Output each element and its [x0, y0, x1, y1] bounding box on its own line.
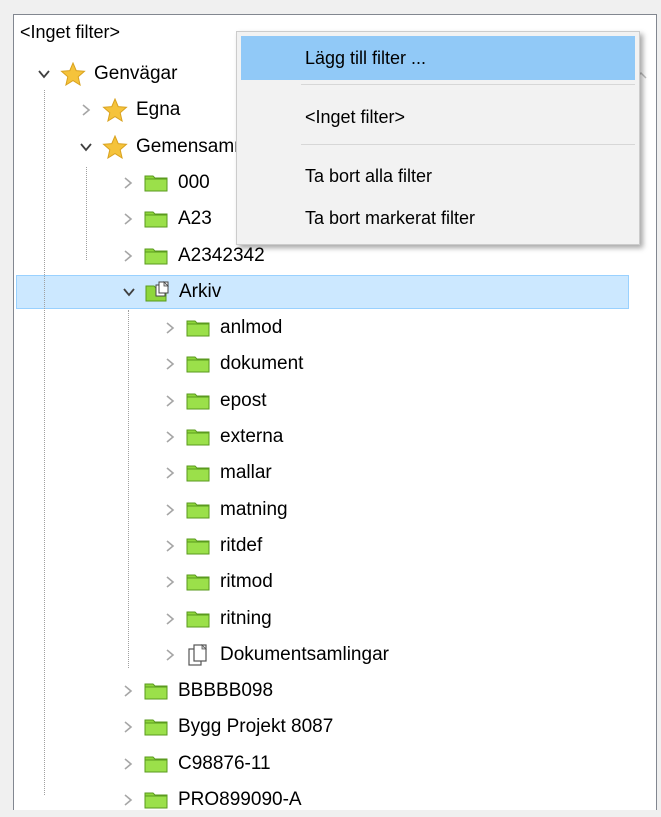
tree-row[interactable]: Egna	[76, 93, 180, 127]
tree-row-label: PRO899090-A	[178, 789, 302, 810]
star-icon	[102, 98, 128, 122]
tree-row[interactable]: ritdef	[160, 529, 262, 563]
chevron-right-icon[interactable]	[160, 463, 180, 483]
tree-row[interactable]: PRO899090-A	[118, 783, 302, 817]
tree-row[interactable]: A23	[118, 202, 212, 236]
filter-label[interactable]: <Inget filter>	[20, 21, 120, 43]
menu-item-label: Lägg till filter ...	[305, 47, 427, 68]
star-icon	[102, 135, 128, 159]
menu-item-remove-all-filters[interactable]: Ta bort alla filter	[241, 154, 635, 198]
chevron-right-icon[interactable]	[160, 354, 180, 374]
tree-row[interactable]: mallar	[160, 456, 272, 490]
tree-row[interactable]: anlmod	[160, 311, 282, 345]
tree-row-label: mallar	[220, 462, 272, 483]
chevron-right-icon[interactable]	[160, 609, 180, 629]
tree-row-label: ritmod	[220, 571, 273, 592]
chevron-right-icon[interactable]	[118, 246, 138, 266]
tree-row-label: BBBBB098	[178, 680, 274, 701]
folder-icon	[144, 680, 170, 702]
menu-item-remove-selected-filter[interactable]: Ta bort markerat filter	[241, 196, 635, 240]
folder-icon	[186, 462, 212, 484]
tree-row[interactable]: C98876-11	[118, 747, 271, 781]
chevron-right-icon[interactable]	[76, 100, 96, 120]
menu-item-label: Ta bort markerat filter	[305, 207, 476, 228]
tree-row[interactable]: ritmod	[160, 565, 273, 599]
chevron-right-icon[interactable]	[118, 790, 138, 810]
tree-row-label: matning	[220, 499, 288, 520]
tree-row-label: Genvägar	[94, 63, 178, 84]
tree-row-label: dokument	[220, 353, 304, 374]
tree-row[interactable]: Genvägar	[34, 57, 177, 91]
folder-icon	[144, 245, 170, 267]
chevron-right-icon[interactable]	[118, 209, 138, 229]
tree-row[interactable]: BBBBB098	[118, 674, 273, 708]
chevron-right-icon[interactable]	[118, 173, 138, 193]
chevron-right-icon[interactable]	[160, 645, 180, 665]
tree-row[interactable]: Gemensamma	[76, 130, 261, 164]
tree-row-label: 000	[178, 172, 210, 193]
tree-guide-line	[128, 310, 129, 668]
tree-row-label: Arkiv	[179, 281, 222, 302]
tree-row-label: C98876-11	[178, 753, 271, 774]
chevron-right-icon[interactable]	[118, 754, 138, 774]
tree-row-label: A23	[178, 208, 212, 229]
chevron-right-icon[interactable]	[118, 717, 138, 737]
tree-row[interactable]: Dokumentsamlingar	[160, 638, 389, 672]
archive-folder-icon	[145, 281, 171, 303]
folder-icon	[144, 172, 170, 194]
tree-row-label: epost	[220, 390, 267, 411]
tree-row-label: A2342342	[178, 245, 265, 266]
context-menu: Lägg till filter ... <Inget filter> Ta b…	[236, 31, 640, 245]
chevron-right-icon[interactable]	[160, 318, 180, 338]
folder-icon	[144, 789, 170, 811]
tree-row-label: externa	[220, 426, 284, 447]
tree-row-label: anlmod	[220, 317, 283, 338]
document-collection-icon	[186, 644, 212, 666]
tree-row-label: Egna	[136, 99, 181, 120]
tree-row-label: Dokumentsamlingar	[220, 644, 389, 665]
folder-icon	[144, 716, 170, 738]
tree-row[interactable]: Bygg Projekt 8087	[118, 710, 333, 744]
tree-row-label: ritdef	[220, 535, 263, 556]
folder-icon	[144, 208, 170, 230]
folder-icon	[186, 499, 212, 521]
chevron-right-icon[interactable]	[160, 572, 180, 592]
folder-icon	[186, 571, 212, 593]
chevron-down-icon[interactable]	[76, 137, 96, 157]
chevron-right-icon[interactable]	[160, 536, 180, 556]
folder-icon	[186, 535, 212, 557]
folder-icon	[186, 353, 212, 375]
tree-row[interactable]: Arkiv	[16, 275, 629, 309]
tree-row[interactable]: matning	[160, 493, 288, 527]
tree-row[interactable]: epost	[160, 384, 266, 418]
tree-guide-line	[86, 167, 87, 260]
tree-row[interactable]: externa	[160, 420, 283, 454]
tree-row-label: ritning	[220, 608, 272, 629]
menu-item-label: <Inget filter>	[305, 106, 406, 127]
menu-item-no-filter[interactable]: <Inget filter>	[241, 95, 635, 139]
chevron-right-icon[interactable]	[118, 681, 138, 701]
menu-separator	[301, 84, 635, 85]
tree-row[interactable]: dokument	[160, 347, 303, 381]
chevron-right-icon[interactable]	[160, 500, 180, 520]
tree-row[interactable]: 000	[118, 166, 210, 200]
folder-icon	[186, 390, 212, 412]
folder-icon	[144, 753, 170, 775]
tree-row[interactable]: ritning	[160, 602, 272, 636]
menu-separator	[301, 144, 635, 145]
folder-icon	[186, 317, 212, 339]
tree-guide-line	[44, 90, 45, 795]
tree-row-label: Bygg Projekt 8087	[178, 716, 334, 737]
chevron-down-icon[interactable]	[119, 282, 139, 302]
star-icon	[60, 62, 86, 86]
folder-icon	[186, 608, 212, 630]
folder-icon	[186, 426, 212, 448]
chevron-down-icon[interactable]	[34, 64, 54, 84]
menu-item-label: Ta bort alla filter	[305, 165, 433, 186]
chevron-right-icon[interactable]	[160, 427, 180, 447]
chevron-right-icon[interactable]	[160, 391, 180, 411]
menu-item-add-filter[interactable]: Lägg till filter ...	[241, 36, 635, 80]
